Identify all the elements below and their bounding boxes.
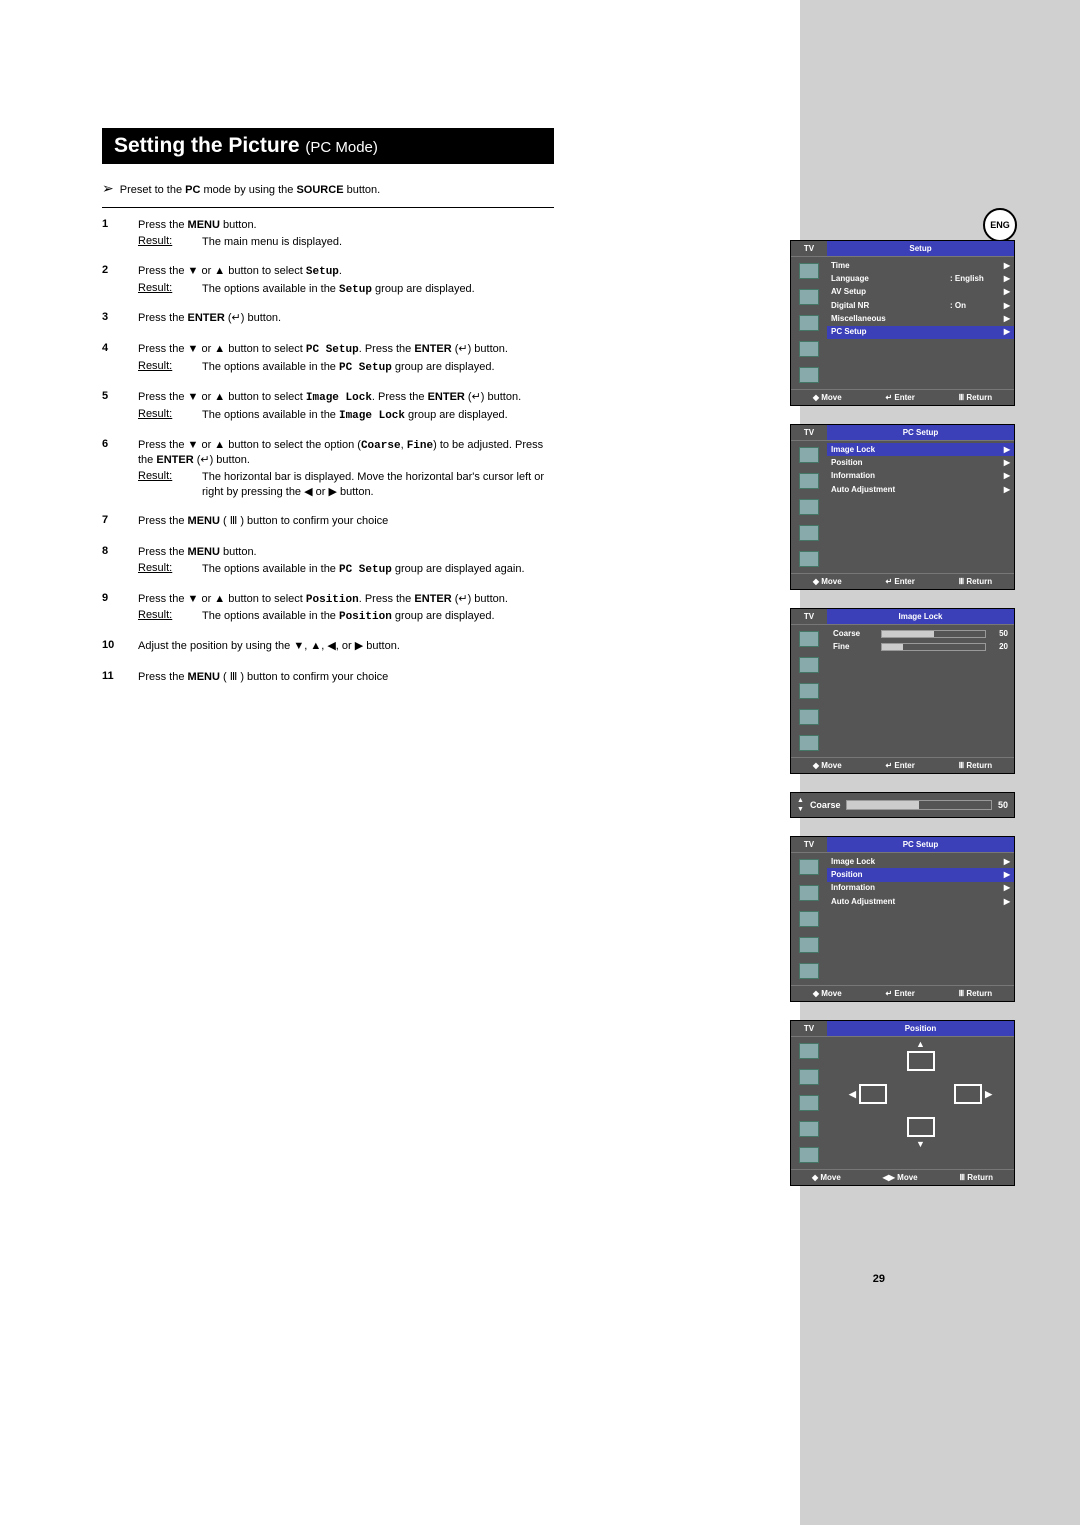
step-9: Press the ▼ or ▲ button to select Positi… (102, 592, 554, 626)
tv-icon (907, 1117, 935, 1137)
down-arrow-icon: ▼ (916, 1139, 925, 1149)
osd-row: Digital NR: On▶ (827, 299, 1014, 312)
page-number: 29 (873, 1273, 885, 1285)
osd-row: Position▶ (827, 456, 1014, 469)
osd-row: Time▶ (827, 259, 1014, 272)
title-bar: Setting the Picture (PC Mode) (102, 128, 554, 164)
osd-row: Language: English▶ (827, 272, 1014, 285)
title-text: Setting the Picture (114, 134, 300, 157)
step-4: Press the ▼ or ▲ button to select PC Set… (102, 342, 554, 376)
osd-setup-list: Time▶Language: English▶AV Setup▶Digital … (827, 257, 1014, 389)
position-control: ▲ ◀ ▶ ▼ (827, 1037, 1014, 1151)
coarse-slider (881, 630, 986, 638)
page: ENG Setting the Picture (PC Mode) ➢ Pres… (0, 0, 1080, 1525)
osd-row: Auto Adjustment▶ (827, 895, 1014, 908)
fine-row: Fine20 (827, 640, 1014, 653)
osd-row: Image Lock▶ (827, 855, 1014, 868)
osd-screenshots: TVSetup Time▶Language: English▶AV Setup▶… (790, 240, 1015, 1204)
osd-image-lock: TVImage Lock Coarse50 Fine20 ◆ Move↵ Ent… (790, 608, 1015, 774)
preset-note: ➢ Preset to the PC mode by using the SOU… (102, 174, 554, 208)
step-10: Adjust the position by using the ▼, ▲, ◀… (102, 639, 554, 656)
language-badge: ENG (983, 208, 1017, 242)
fine-slider (881, 643, 986, 651)
main-content: Setting the Picture (PC Mode) ➢ Preset t… (102, 128, 554, 701)
left-control: ◀ (849, 1084, 887, 1104)
step-8: Press the MENU button. Result:The option… (102, 545, 554, 578)
osd-row: PC Setup▶ (827, 326, 1014, 339)
step-3: Press the ENTER (↵) button. (102, 311, 554, 328)
up-arrow-icon: ▲ (916, 1039, 925, 1049)
osd-coarse-bar: ▲▼ Coarse 50 (790, 792, 1015, 818)
title-mode: (PC Mode) (305, 139, 378, 156)
step-11: Press the MENU ( Ⅲ ) button to confirm y… (102, 670, 554, 687)
step-1: Press the MENU button. Result:The main m… (102, 218, 554, 250)
tv-icon (907, 1051, 935, 1071)
osd-side-icons (791, 257, 827, 389)
osd-pc-setup-2: TVPC Setup Image Lock▶Position▶Informati… (790, 836, 1015, 1002)
step-6: Press the ▼ or ▲ button to select the op… (102, 438, 554, 500)
osd-pc-setup: TVPC Setup Image Lock▶Position▶Informati… (790, 424, 1015, 590)
right-control: ▶ (954, 1084, 992, 1104)
osd-row: Position▶ (827, 868, 1014, 881)
osd-row: Image Lock▶ (827, 443, 1014, 456)
osd-row: Information▶ (827, 470, 1014, 483)
steps-list: Press the MENU button. Result:The main m… (102, 218, 554, 687)
osd-row: Miscellaneous▶ (827, 313, 1014, 326)
mini-slider (846, 800, 992, 810)
pointer-icon: ➢ (102, 180, 114, 197)
step-7: Press the MENU ( Ⅲ ) button to confirm y… (102, 514, 554, 531)
osd-row: Auto Adjustment▶ (827, 483, 1014, 496)
osd-row: Information▶ (827, 882, 1014, 895)
coarse-row: Coarse50 (827, 627, 1014, 640)
osd-position: TVPosition ▲ ◀ ▶ ▼ ◆ Move◀▶ MoveⅢ Return (790, 1020, 1015, 1186)
step-2: Press the ▼ or ▲ button to select Setup.… (102, 264, 554, 298)
osd-row: AV Setup▶ (827, 286, 1014, 299)
step-5: Press the ▼ or ▲ button to select Image … (102, 390, 554, 424)
osd-setup: TVSetup Time▶Language: English▶AV Setup▶… (790, 240, 1015, 406)
preset-text: Preset to the PC mode by using the SOURC… (120, 184, 381, 196)
